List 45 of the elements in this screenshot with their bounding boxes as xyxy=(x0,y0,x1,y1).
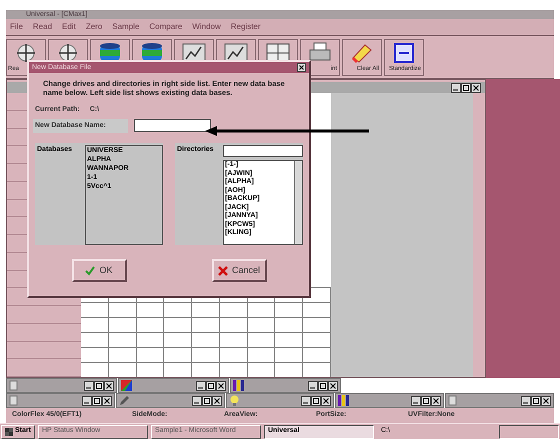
menu-item[interactable]: Zero xyxy=(86,21,102,33)
windows-logo-icon xyxy=(5,428,13,436)
menu-item[interactable]: Sample xyxy=(112,21,140,33)
minimized-window[interactable] xyxy=(6,393,115,408)
window-buttons-icon[interactable] xyxy=(451,82,481,92)
close-icon xyxy=(218,266,228,276)
menu-item[interactable]: Register xyxy=(230,21,261,33)
scrollbar[interactable] xyxy=(294,161,302,244)
window-buttons-icon[interactable] xyxy=(301,396,332,406)
minimized-window[interactable] xyxy=(335,393,444,408)
system-tray xyxy=(499,424,559,438)
pen-icon xyxy=(118,395,130,406)
ok-button[interactable]: OK xyxy=(72,259,126,282)
window-buttons-icon[interactable] xyxy=(82,396,112,406)
minimized-window[interactable] xyxy=(116,393,225,408)
window-buttons-icon[interactable] xyxy=(84,380,114,390)
close-icon[interactable] xyxy=(297,63,306,72)
window-buttons-icon[interactable] xyxy=(192,396,222,406)
minimized-window[interactable] xyxy=(6,378,117,393)
drive-field[interactable] xyxy=(223,145,303,157)
name-input-field[interactable] xyxy=(134,119,211,132)
bulb-icon xyxy=(228,395,240,406)
bars-icon xyxy=(338,395,350,406)
window-buttons-icon[interactable] xyxy=(196,380,226,390)
document-icon xyxy=(9,380,18,391)
menu-item[interactable]: Edit xyxy=(62,21,76,33)
document-icon xyxy=(448,395,458,406)
arrow-icon xyxy=(205,126,369,136)
menu-item[interactable]: File xyxy=(10,21,23,33)
standard-icon xyxy=(391,42,417,64)
window-buttons-icon[interactable] xyxy=(411,396,442,406)
menu-item[interactable]: Compare xyxy=(149,21,182,33)
menu-item[interactable]: Window xyxy=(192,21,221,33)
minimized-window[interactable] xyxy=(445,393,554,408)
menu-item[interactable]: Read xyxy=(32,21,52,33)
window-buttons-icon[interactable] xyxy=(308,380,338,390)
minimized-window[interactable] xyxy=(226,393,334,408)
window-buttons-icon[interactable] xyxy=(520,396,551,406)
color-square-icon xyxy=(121,380,132,391)
cancel-button[interactable]: Cancel xyxy=(212,259,266,282)
minimized-window[interactable] xyxy=(118,378,229,393)
minimized-window[interactable] xyxy=(230,378,341,393)
document-icon xyxy=(9,395,18,406)
check-icon xyxy=(85,266,96,276)
bars-icon xyxy=(233,380,244,391)
